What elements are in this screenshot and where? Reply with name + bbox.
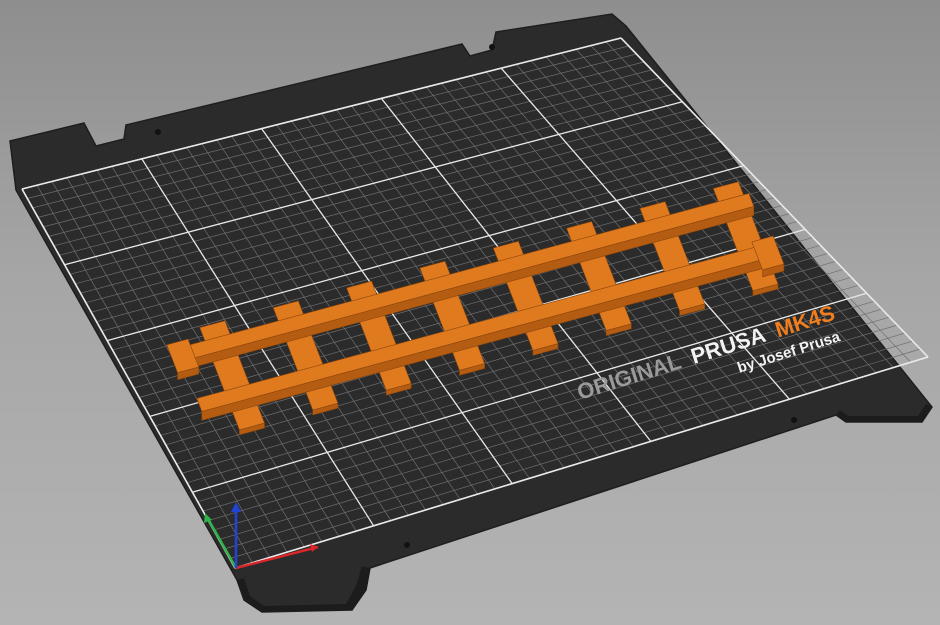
mount-hole	[791, 417, 797, 423]
mount-hole	[404, 542, 410, 548]
print-bed-scene[interactable]: ORIGINAL PRUSA MK4S by Josef Prusa	[0, 0, 940, 625]
mount-hole	[155, 129, 161, 135]
mount-hole	[489, 44, 495, 50]
3d-viewport[interactable]: ORIGINAL PRUSA MK4S by Josef Prusa	[0, 0, 940, 625]
